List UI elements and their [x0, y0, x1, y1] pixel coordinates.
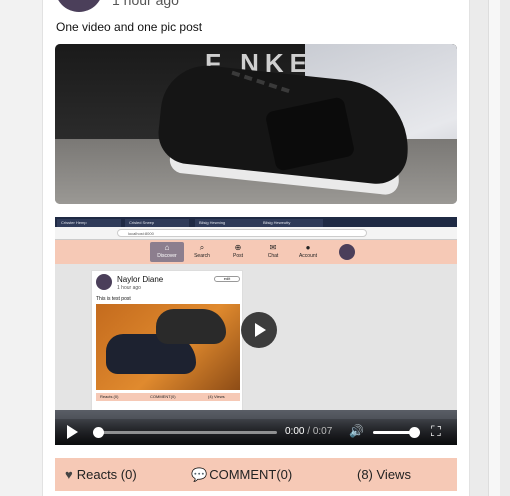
- video-tab: Crisled Sneep: [125, 219, 189, 227]
- comment-icon: 💬: [191, 467, 208, 482]
- post-caption: One video and one pic post: [56, 20, 203, 34]
- search-icon: ⌕: [199, 243, 205, 252]
- video-nav-avatar: [339, 244, 355, 260]
- video-url: localhost:8000: [117, 229, 367, 237]
- post-time: 1 hour ago: [112, 0, 179, 8]
- chat-icon: ✉: [269, 243, 277, 252]
- comment-button[interactable]: 💬 COMMENT(0): [191, 467, 292, 483]
- video-reacts: Reacts (0): [100, 394, 119, 399]
- video-views: (4) Views: [208, 394, 225, 399]
- views-count: (8) Views: [357, 467, 411, 482]
- video-browser-tabs: Crisster Hemp Crisled Sneep Bilsig Hewni…: [55, 217, 457, 227]
- views-label: (8) Views: [357, 467, 411, 482]
- fullscreen-icon[interactable]: ⛶: [431, 423, 441, 440]
- video-nav-label: Post: [232, 253, 243, 259]
- video-post-card: Naylor Diane 1 hour ago edit This is tes…: [91, 270, 243, 416]
- duration: 0:07: [312, 426, 333, 437]
- video-nav-chat: ✉ Chat: [256, 242, 290, 262]
- video-avatar: [96, 274, 112, 290]
- video-shoe: [156, 309, 226, 344]
- page: 1 hour ago One video and one pic post F …: [0, 0, 510, 496]
- post-action-bar: ♥ Reacts (0) 💬 COMMENT(0) (8) Views: [55, 458, 457, 491]
- video-tab: Bilsig Heweutty: [259, 219, 323, 227]
- home-icon: ⌂: [164, 243, 170, 252]
- video-post-name: Naylor Diane: [117, 275, 164, 284]
- video-edit-button: edit: [214, 276, 240, 282]
- current-time: 0:00: [285, 426, 305, 437]
- volume-handle[interactable]: [409, 427, 420, 438]
- comment-label: COMMENT(0): [209, 467, 293, 482]
- video-nav-label: Chat: [267, 253, 279, 259]
- plus-icon: ⊕: [234, 243, 242, 252]
- post-video[interactable]: Crisster Hemp Crisled Sneep Bilsig Hewni…: [55, 217, 457, 445]
- video-nav-account: ● Account: [291, 242, 325, 262]
- volume-icon[interactable]: 🔊: [349, 424, 364, 438]
- video-post-image: [96, 304, 240, 390]
- video-post-text: This is test post: [96, 296, 131, 302]
- video-post-time: 1 hour ago: [117, 285, 141, 291]
- video-post-actions: Reacts (0) COMMENT(0) (4) Views: [96, 393, 240, 401]
- heart-icon: ♥: [65, 467, 73, 482]
- video-nav-label: Discover: [157, 253, 177, 259]
- video-nav-bar: ⌂ Discover ⌕ Search ⊕ Post ✉ Chat ● Acco…: [55, 240, 457, 264]
- seek-bar[interactable]: [97, 431, 277, 434]
- video-comments: COMMENT(0): [150, 394, 176, 399]
- reacts-label: Reacts (0): [76, 467, 137, 482]
- account-icon: ●: [305, 243, 311, 252]
- video-tab: Crisster Hemp: [57, 219, 121, 227]
- time-separator: /: [304, 426, 313, 437]
- video-nav-post: ⊕ Post: [221, 242, 255, 262]
- seek-handle[interactable]: [93, 427, 104, 438]
- play-icon[interactable]: [241, 312, 277, 348]
- post-photo[interactable]: F NKELS: [55, 44, 457, 204]
- video-controls: 0:00 / 0:07 🔊 ⛶: [55, 419, 457, 445]
- time-display: 0:00 / 0:07: [285, 426, 332, 437]
- video-nav-label: Search: [194, 253, 210, 259]
- video-tab: Bilsig Hewning: [195, 219, 259, 227]
- reacts-button[interactable]: ♥ Reacts (0): [65, 467, 137, 482]
- video-address-bar: localhost:8000: [55, 227, 457, 240]
- scrollbar[interactable]: [488, 0, 500, 496]
- video-nav-label: Account: [298, 253, 318, 259]
- video-nav-search: ⌕ Search: [185, 242, 219, 262]
- play-button[interactable]: [67, 425, 78, 439]
- video-nav-discover: ⌂ Discover: [150, 242, 184, 262]
